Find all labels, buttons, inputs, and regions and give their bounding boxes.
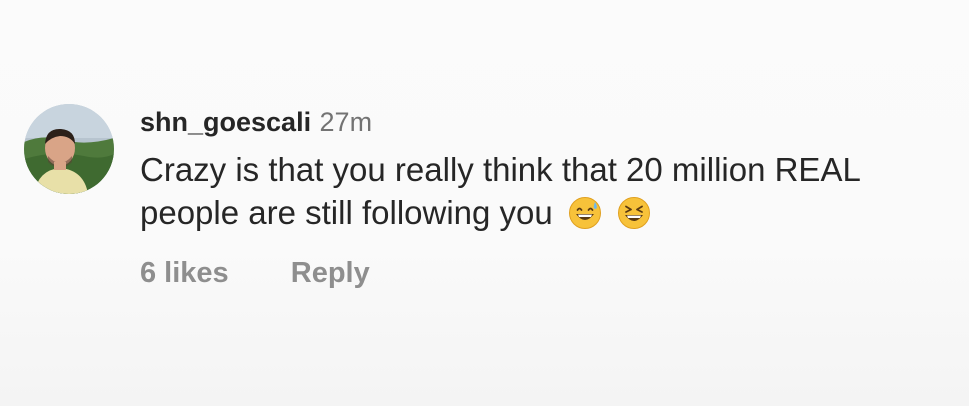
avatar-image (24, 104, 114, 194)
comment-actions: 6 likes Reply (140, 257, 954, 290)
timestamp: 27m (319, 107, 373, 137)
comments-screen: shn_goescali 27m Crazy is that you reall… (0, 0, 969, 406)
username[interactable]: shn_goescali (140, 107, 311, 137)
avatar[interactable] (24, 104, 114, 194)
grinning-squinting-face-emoji (617, 196, 651, 230)
comment: shn_goescali 27m Crazy is that you reall… (24, 102, 954, 322)
likes-count[interactable]: 6 likes (140, 257, 229, 289)
comment-text-block: Crazy is that you really think that 20 m… (140, 148, 940, 234)
comment-body: shn_goescali 27m Crazy is that you reall… (140, 102, 954, 290)
grinning-face-with-sweat-emoji (568, 196, 602, 230)
comment-text: Crazy is that you really think that 20 m… (140, 151, 860, 231)
reply-button[interactable]: Reply (291, 257, 370, 289)
comment-header: shn_goescali 27m (140, 102, 954, 142)
